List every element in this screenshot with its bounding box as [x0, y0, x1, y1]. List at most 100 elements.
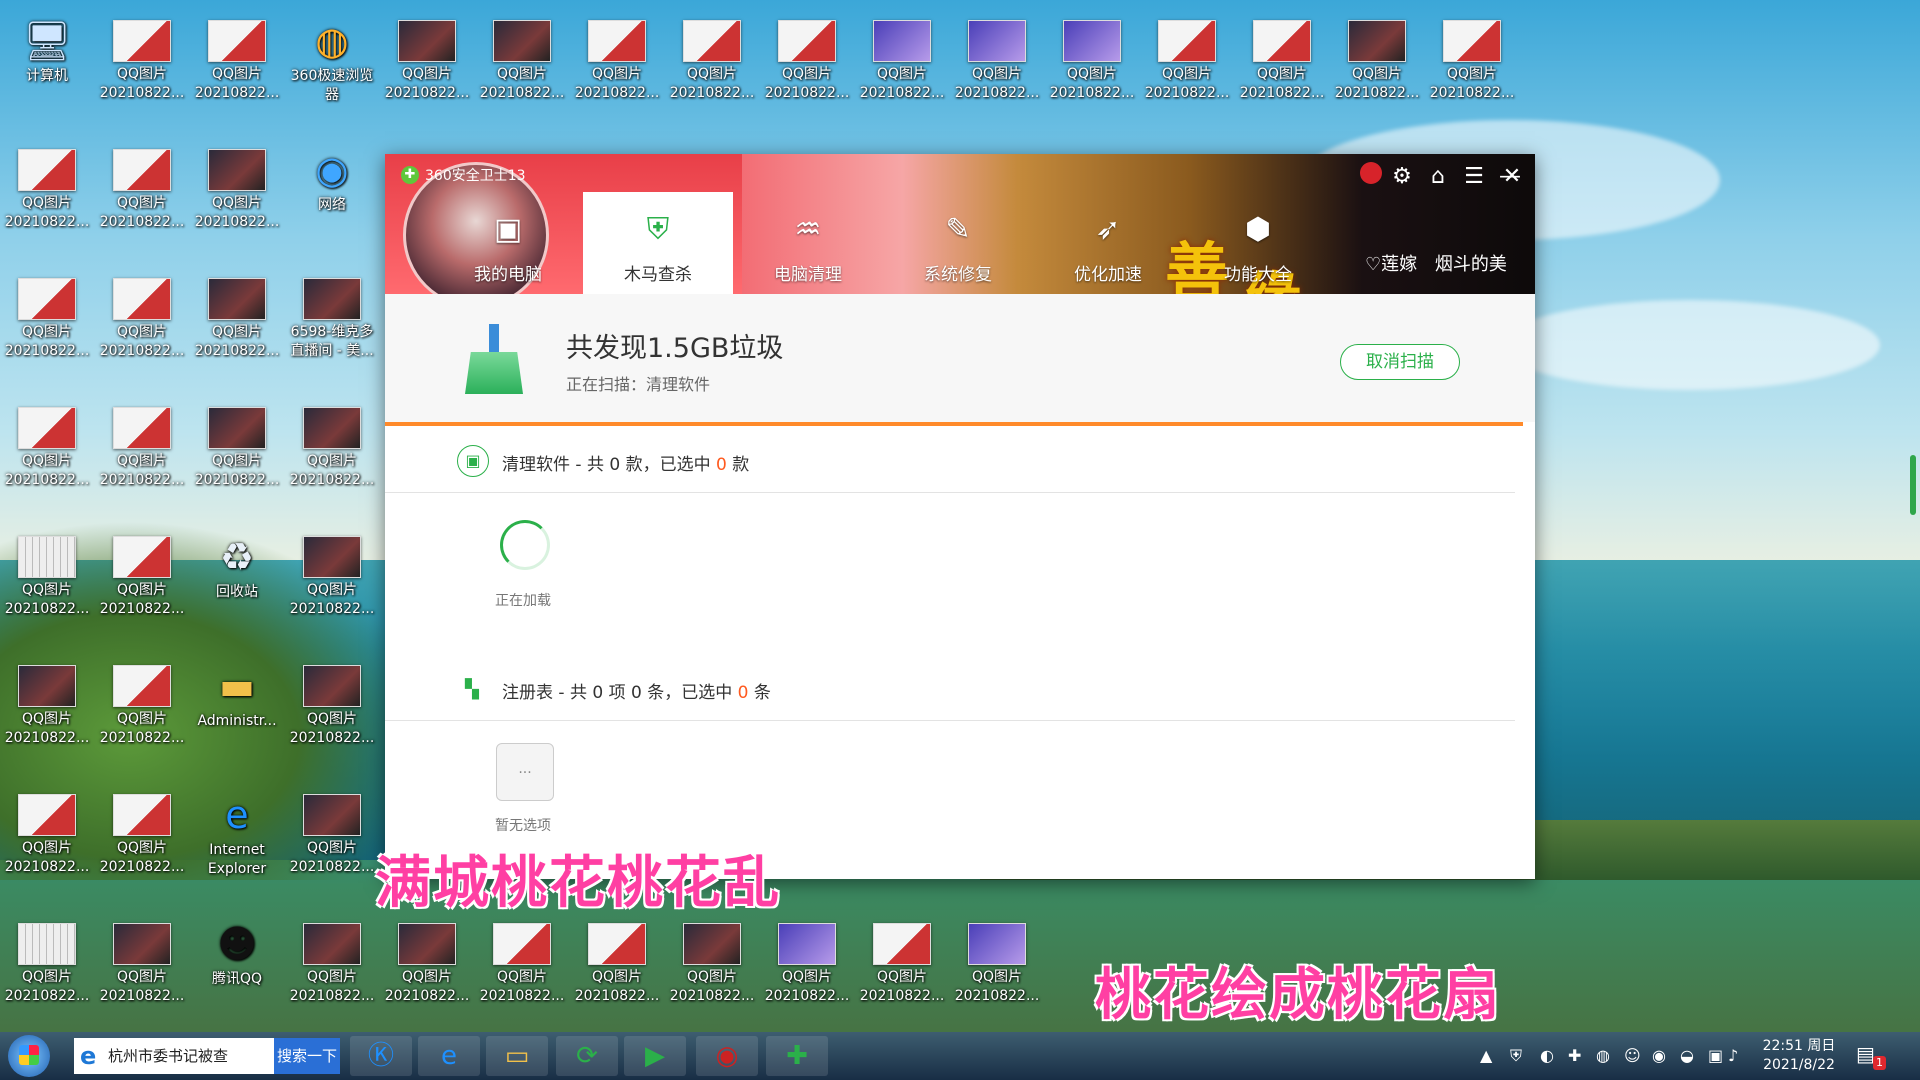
desktop-icon-image-file[interactable]: QQ图片 20210822...	[2, 272, 92, 361]
notification-icon[interactable]	[1360, 162, 1382, 184]
skin-icon[interactable]: ⌂	[1423, 164, 1453, 189]
desktop-icon-image-file[interactable]: QQ图片 20210822...	[287, 659, 377, 748]
desktop-icon-image-file[interactable]: QQ图片 20210822...	[2, 143, 92, 232]
close-icon[interactable]: ✕	[1497, 164, 1527, 189]
user-badges[interactable]: ♡莲嫁 烟斗的美	[1365, 250, 1535, 290]
folder-icon[interactable]: ▭	[486, 1036, 548, 1076]
edge-scroll-handle[interactable]	[1910, 455, 1916, 515]
desktop-icon-image-file[interactable]: QQ图片 20210822...	[2, 659, 92, 748]
image-thumbnail-icon	[873, 20, 931, 62]
settings-icon[interactable]: ⚙	[1387, 164, 1417, 189]
nav-tab[interactable]: ⬢ 功能大全	[1183, 192, 1333, 294]
video-player-icon[interactable]: ▶	[624, 1036, 686, 1076]
desktop-icon-image-file[interactable]: QQ图片 20210822...	[97, 401, 187, 490]
desktop-icon-image-file[interactable]: QQ图片 20210822...	[572, 14, 662, 103]
desktop-icon-image-file[interactable]: QQ图片 20210822...	[477, 917, 567, 1006]
desktop-icon-image-file[interactable]: QQ图片 20210822...	[2, 917, 92, 1006]
system-clock[interactable]: 22:51 周日 2021/8/22	[1752, 1037, 1846, 1075]
desktop-icon-image-file[interactable]: QQ图片 20210822...	[192, 401, 282, 490]
nav-tab-label: 木马查杀	[624, 265, 692, 285]
search-button[interactable]: 搜索一下	[274, 1038, 340, 1074]
desktop-icon-image-file[interactable]: QQ图片 20210822...	[762, 917, 852, 1006]
desktop-icon-image-file[interactable]: QQ图片 20210822...	[952, 14, 1042, 103]
desktop-icon-image-file[interactable]: QQ图片 20210822...	[2, 530, 92, 619]
tray-360-icon[interactable]: ⛨	[1510, 1046, 1522, 1066]
desktop-icon-image-file[interactable]: QQ图片 20210822...	[2, 788, 92, 877]
desktop-icon-image-file[interactable]: QQ图片 20210822...	[192, 143, 282, 232]
desktop-icon-browser360[interactable]: ◍ 360极速浏览 器	[287, 14, 377, 105]
desktop-icon-computer[interactable]: 🖥 计算机	[2, 14, 92, 86]
desktop-icon-image-file[interactable]: QQ图片 20210822...	[97, 143, 187, 232]
desktop-icon-image-file[interactable]: QQ图片 20210822...	[192, 14, 282, 103]
scan-progress-bar	[385, 422, 1523, 426]
desktop-icon-image-file[interactable]: QQ图片 20210822...	[1427, 14, 1517, 103]
desktop-icon-image-file[interactable]: QQ图片 20210822...	[287, 917, 377, 1006]
volume-icon[interactable]: ♪	[1728, 1046, 1738, 1065]
desktop-icon-image-file[interactable]: QQ图片 20210822...	[287, 530, 377, 619]
ie-icon[interactable]: e	[418, 1036, 480, 1076]
tray-qq-icon[interactable]: ☺	[1624, 1046, 1641, 1065]
desktop-icon-image-file[interactable]: QQ图片 20210822...	[572, 917, 662, 1006]
image-thumbnail-icon	[113, 20, 171, 62]
desktop-icon-label: Administr...	[197, 713, 277, 729]
desktop-icon-image-file[interactable]: QQ图片 20210822...	[1047, 14, 1137, 103]
browser-icon[interactable]: ⟳	[556, 1036, 618, 1076]
desktop-icon-image-file[interactable]: QQ图片 20210822...	[1332, 14, 1422, 103]
desktop-icon-image-file[interactable]: QQ图片 20210822...	[382, 917, 472, 1006]
start-button[interactable]	[8, 1035, 50, 1077]
desktop-icon-image-file[interactable]: QQ图片 20210822...	[857, 14, 947, 103]
tray-app-icon[interactable]: ◉	[1652, 1046, 1666, 1065]
desktop-icon-label: QQ图片 20210822...	[4, 582, 90, 617]
section-registry[interactable]: 注册表 - 共 0 项 0 条，已选中 0 条	[502, 678, 771, 703]
desktop-icon-image-file[interactable]: QQ图片 20210822...	[192, 272, 282, 361]
nav-tab[interactable]: ✎ 系统修复	[883, 192, 1033, 294]
kugou-icon[interactable]: Ⓚ	[350, 1036, 412, 1076]
nav-tab[interactable]: ▣ 我的电脑	[433, 192, 583, 294]
tray-guard-icon[interactable]: ✚	[1568, 1046, 1581, 1065]
desktop-icon-image-file[interactable]: QQ图片 20210822...	[477, 14, 567, 103]
tray-globe-icon[interactable]: ◍	[1596, 1046, 1610, 1065]
nav-tab[interactable]: ⛨ 木马查杀	[583, 192, 733, 294]
tray-expand-icon[interactable]: ▲	[1480, 1046, 1492, 1065]
desktop-icon-image-file[interactable]: QQ图片 20210822...	[762, 14, 852, 103]
desktop-icon-image-file[interactable]: QQ图片 20210822...	[382, 14, 472, 103]
desktop-icon-recycle[interactable]: ♻ 回收站	[192, 530, 282, 602]
desktop-icon-image-file[interactable]: QQ图片 20210822...	[1237, 14, 1327, 103]
desktop-icon-label: QQ图片 20210822...	[99, 66, 185, 101]
desktop-icon-image-file[interactable]: QQ图片 20210822...	[857, 917, 947, 1006]
desktop-icon-image-file[interactable]: QQ图片 20210822...	[667, 917, 757, 1006]
section-label: 注册表 - 共 0 项 0 条，已选中	[502, 683, 738, 703]
live-stream-icon[interactable]: ◉	[696, 1036, 758, 1076]
desktop-icon-image-file[interactable]: QQ图片 20210822...	[97, 788, 187, 877]
desktop-icon-image-file[interactable]: QQ图片 20210822...	[97, 272, 187, 361]
desktop-icon-image-file[interactable]: QQ图片 20210822...	[1142, 14, 1232, 103]
desktop-icon-image-file[interactable]: QQ图片 20210822...	[287, 788, 377, 877]
desktop-icon-image-file[interactable]: QQ图片 20210822...	[97, 14, 187, 103]
desktop-icon-image-file[interactable]: QQ图片 20210822...	[97, 659, 187, 748]
menu-icon[interactable]: ☰	[1459, 164, 1489, 189]
cancel-scan-button[interactable]: 取消扫描	[1340, 344, 1460, 380]
desktop-icon-network[interactable]: ◉ 网络	[287, 143, 377, 215]
desktop-icon-label: QQ图片 20210822...	[4, 840, 90, 875]
section-clean-software[interactable]: 清理软件 - 共 0 款，已选中 0 款	[502, 450, 749, 475]
desktop-icon-folder[interactable]: ▬ Administr...	[192, 659, 282, 731]
network-icon[interactable]: ▣	[1708, 1046, 1723, 1065]
desktop-icon-image-file[interactable]: QQ图片 20210822...	[287, 401, 377, 490]
tray-player-icon[interactable]: ◒	[1680, 1046, 1694, 1065]
desktop-icon-image-file[interactable]: 6598-维克多 直播间 - 美...	[287, 272, 377, 361]
taskbar-search-input[interactable]: e 杭州市委书记被查	[74, 1038, 274, 1074]
nav-tab[interactable]: ➶ 优化加速	[1033, 192, 1183, 294]
action-center-icon[interactable]: ▤ 1	[1856, 1042, 1886, 1070]
tray-browser-icon[interactable]: ◐	[1540, 1046, 1554, 1065]
desktop-icon-image-file[interactable]: QQ图片 20210822...	[97, 530, 187, 619]
desktop-icon-qq[interactable]: ☻ 腾讯QQ	[192, 917, 282, 989]
desktop-icon-image-file[interactable]: QQ图片 20210822...	[667, 14, 757, 103]
desktop-icon-image-file[interactable]: QQ图片 20210822...	[2, 401, 92, 490]
desktop-icon-ie[interactable]: e Internet Explorer	[192, 788, 282, 879]
desktop-icon-image-file[interactable]: QQ图片 20210822...	[952, 917, 1042, 1006]
registry-icon: ▚	[465, 679, 479, 700]
empty-placeholder-button[interactable]: ...	[496, 743, 554, 801]
desktop-icon-image-file[interactable]: QQ图片 20210822...	[97, 917, 187, 1006]
nav-tab[interactable]: ♒ 电脑清理	[733, 192, 883, 294]
360-guard-icon[interactable]: ✚	[766, 1036, 828, 1076]
